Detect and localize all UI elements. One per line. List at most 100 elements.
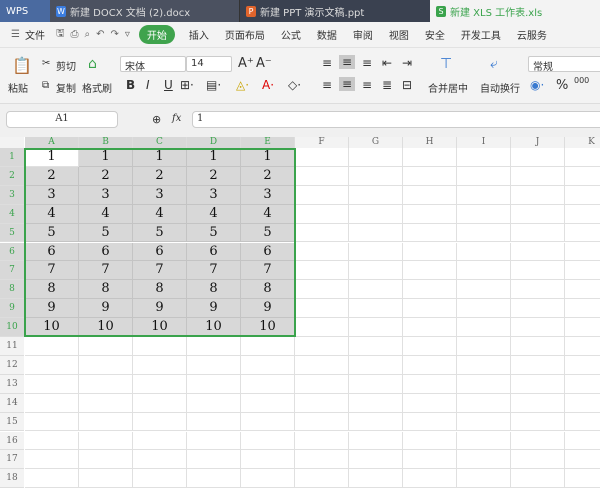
cell-C13[interactable]	[133, 374, 187, 394]
cell-E2[interactable]: 2	[241, 166, 295, 186]
format-painter-button[interactable]: 格式刷	[82, 80, 112, 95]
menu-security[interactable]: 安全	[417, 27, 453, 42]
cell-F14[interactable]	[295, 393, 349, 413]
menu-page-layout[interactable]: 页面布局	[217, 27, 273, 42]
cell-D17[interactable]	[187, 450, 241, 470]
cell-B17[interactable]	[79, 450, 133, 470]
cell-H18[interactable]	[403, 469, 457, 488]
cell-I10[interactable]	[457, 318, 511, 337]
cell-H11[interactable]	[403, 337, 457, 356]
cell-F3[interactable]	[295, 185, 349, 205]
cell-I12[interactable]	[457, 355, 511, 375]
cell-H2[interactable]	[403, 166, 457, 186]
cell-E18[interactable]	[241, 469, 295, 488]
cell-I2[interactable]	[457, 166, 511, 186]
cell-B14[interactable]	[79, 393, 133, 413]
cell-D6[interactable]: 6	[187, 242, 241, 262]
cell-K7[interactable]	[565, 261, 600, 281]
cell-I13[interactable]	[457, 374, 511, 394]
cell-F9[interactable]	[295, 299, 349, 319]
cell-F5[interactable]	[295, 223, 349, 243]
cell-G12[interactable]	[349, 355, 403, 375]
cell-K13[interactable]	[565, 375, 600, 394]
paste-button[interactable]: 粘贴	[8, 80, 28, 95]
column-header-B[interactable]: B	[79, 137, 133, 148]
cell-E14[interactable]	[241, 393, 295, 413]
cell-G4[interactable]	[349, 204, 403, 224]
cell-H9[interactable]	[403, 299, 457, 319]
clear-icon[interactable]: ◇·	[288, 78, 301, 92]
cell-B18[interactable]	[79, 469, 133, 488]
cell-C6[interactable]: 6	[133, 242, 187, 262]
paste-icon[interactable]: 📋	[12, 56, 32, 75]
cell-J15[interactable]	[511, 412, 565, 432]
align-right-icon[interactable]: ≡	[362, 78, 372, 92]
cell-J17[interactable]	[511, 450, 565, 470]
cell-A18[interactable]	[25, 469, 79, 488]
align-center-icon[interactable]: ≡	[339, 77, 356, 91]
cell-E16[interactable]	[241, 431, 295, 451]
cell-H4[interactable]	[403, 204, 457, 224]
cell-K14[interactable]	[565, 394, 600, 413]
cell-J13[interactable]	[511, 374, 565, 394]
bold-button[interactable]: B	[126, 78, 135, 92]
cell-J9[interactable]	[511, 299, 565, 319]
currency-icon[interactable]: ◉·	[530, 78, 544, 92]
cell-C18[interactable]	[133, 469, 187, 488]
menu-formulas[interactable]: 公式	[273, 27, 309, 42]
copy-button[interactable]: 复制	[56, 80, 76, 95]
cell-G8[interactable]	[349, 280, 403, 300]
cell-K16[interactable]	[565, 432, 600, 451]
row-header-8[interactable]: 8	[0, 280, 24, 300]
cell-D1[interactable]: 1	[187, 148, 241, 167]
cell-C17[interactable]	[133, 450, 187, 470]
column-header-G[interactable]: G	[349, 137, 403, 148]
cell-I15[interactable]	[457, 412, 511, 432]
cell-F1[interactable]	[295, 148, 349, 167]
tab-wps[interactable]: WPS	[0, 0, 50, 22]
cell-H15[interactable]	[403, 412, 457, 432]
align-left-icon[interactable]: ≡	[322, 78, 332, 92]
cell-C15[interactable]	[133, 412, 187, 432]
cell-J4[interactable]	[511, 204, 565, 224]
cell-D4[interactable]: 4	[187, 204, 241, 224]
cell-J7[interactable]	[511, 261, 565, 281]
fx-button[interactable]: fx	[172, 113, 181, 124]
cell-J14[interactable]	[511, 393, 565, 413]
cell-I3[interactable]	[457, 185, 511, 205]
format-painter-icon[interactable]: ⌂	[88, 56, 97, 72]
distribute-icon[interactable]: ⊟	[402, 78, 412, 92]
cell-I8[interactable]	[457, 280, 511, 300]
cell-G9[interactable]	[349, 299, 403, 319]
border-icon[interactable]: ⊞·	[180, 78, 194, 92]
column-header-K[interactable]: K	[565, 137, 600, 148]
cell-K12[interactable]	[565, 356, 600, 375]
cell-H13[interactable]	[403, 374, 457, 394]
cell-H1[interactable]	[403, 148, 457, 167]
cell-K17[interactable]	[565, 450, 600, 470]
cell-E1[interactable]: 1	[241, 148, 295, 167]
row-header-9[interactable]: 9	[0, 299, 24, 319]
cell-E11[interactable]	[241, 337, 295, 356]
row-header-3[interactable]: 3	[0, 185, 24, 205]
cell-E8[interactable]: 8	[241, 280, 295, 300]
cell-E9[interactable]: 9	[241, 299, 295, 319]
cell-I7[interactable]	[457, 261, 511, 281]
cell-A4[interactable]: 4	[25, 204, 79, 224]
cell-F11[interactable]	[295, 337, 349, 356]
cell-F17[interactable]	[295, 450, 349, 470]
row-header-17[interactable]: 17	[0, 450, 24, 470]
cell-E3[interactable]: 3	[241, 185, 295, 205]
cell-I17[interactable]	[457, 450, 511, 470]
cell-A6[interactable]: 6	[25, 242, 79, 262]
cell-C3[interactable]: 3	[133, 185, 187, 205]
cell-H12[interactable]	[403, 355, 457, 375]
cell-I14[interactable]	[457, 393, 511, 413]
cell-K18[interactable]	[565, 469, 600, 488]
merge-icon[interactable]: ⊤	[440, 56, 452, 72]
cell-A8[interactable]: 8	[25, 280, 79, 300]
cell-B1[interactable]: 1	[79, 148, 133, 167]
cell-K11[interactable]	[565, 337, 600, 356]
cell-F15[interactable]	[295, 412, 349, 432]
row-header-1[interactable]: 1	[0, 148, 24, 167]
